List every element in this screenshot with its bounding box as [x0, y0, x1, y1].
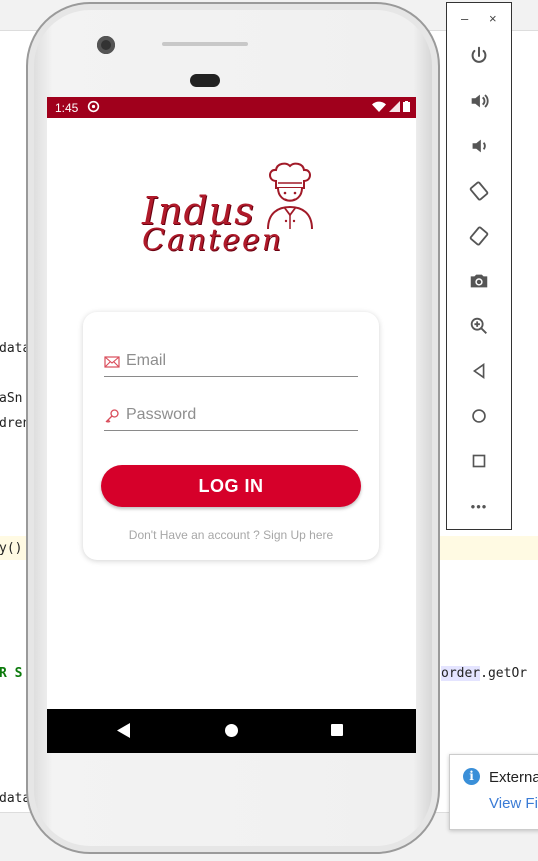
power-icon — [471, 46, 487, 63]
app-logo: Indus Canteen — [140, 161, 325, 261]
status-icons — [372, 101, 410, 112]
overview-button[interactable] — [464, 446, 494, 476]
camera-icon — [470, 274, 488, 288]
password-input[interactable] — [126, 404, 354, 426]
nav-recent-icon[interactable] — [331, 724, 343, 736]
sync-icon — [87, 100, 100, 113]
ide-code-line: order.getOr — [441, 666, 528, 681]
rotate-right-icon — [469, 226, 489, 246]
battery-icon — [403, 101, 410, 112]
login-button[interactable]: LOG IN — [101, 465, 361, 507]
home-icon — [472, 409, 486, 423]
emulator-toolbar: – × ••• — [446, 2, 512, 530]
rotate-right-button[interactable] — [464, 221, 494, 251]
volume-down-icon — [472, 139, 486, 153]
chef-icon — [267, 162, 313, 230]
zoom-icon — [470, 317, 487, 334]
minimize-button[interactable]: – — [461, 11, 468, 26]
signal-icon — [389, 101, 400, 112]
logo-text-canteen: Canteen — [142, 223, 284, 258]
signup-link[interactable]: Don't Have an account ? Sign Up here — [83, 528, 379, 542]
power-button[interactable] — [464, 41, 494, 71]
toast-title: Externa — [489, 769, 538, 786]
phone-screen: 1:45 Indus Canteen Email LOG IN Don't Ha… — [47, 97, 416, 753]
volume-up-icon — [471, 94, 489, 108]
status-time: 1:45 — [55, 101, 79, 115]
ide-code-line: aSn — [0, 391, 23, 406]
info-icon: i — [463, 768, 480, 785]
speaker-grille — [162, 42, 248, 46]
rotate-left-icon — [469, 181, 489, 201]
earpiece — [190, 74, 220, 87]
password-field — [104, 402, 358, 431]
navigation-bar — [47, 709, 416, 753]
ide-code-line: y() — [0, 541, 23, 556]
notification-toast[interactable]: i Externa View Fil — [449, 754, 538, 830]
zoom-button[interactable] — [464, 311, 494, 341]
more-button[interactable]: ••• — [464, 491, 494, 521]
key-icon — [105, 409, 119, 423]
overview-icon — [472, 454, 486, 468]
status-bar: 1:45 — [47, 97, 416, 118]
mail-icon — [104, 356, 120, 368]
volume-up-button[interactable] — [464, 86, 494, 116]
volume-down-button[interactable] — [464, 131, 494, 161]
rotate-left-button[interactable] — [464, 176, 494, 206]
back-button[interactable] — [464, 356, 494, 386]
login-card: LOG IN Don't Have an account ? Sign Up h… — [83, 312, 379, 560]
ide-line-highlight-right — [440, 536, 538, 560]
toast-link[interactable]: View Fil — [489, 795, 538, 812]
close-button[interactable]: × — [489, 11, 497, 26]
home-button[interactable] — [464, 401, 494, 431]
nav-back-icon[interactable] — [117, 723, 130, 738]
ide-code-line: R S — [0, 666, 23, 681]
nav-home-icon[interactable] — [225, 724, 238, 737]
screenshot-button[interactable] — [464, 266, 494, 296]
wifi-icon — [372, 101, 386, 112]
email-input[interactable] — [126, 350, 354, 372]
front-camera — [97, 36, 115, 54]
back-icon — [472, 362, 485, 380]
email-field — [104, 348, 358, 377]
